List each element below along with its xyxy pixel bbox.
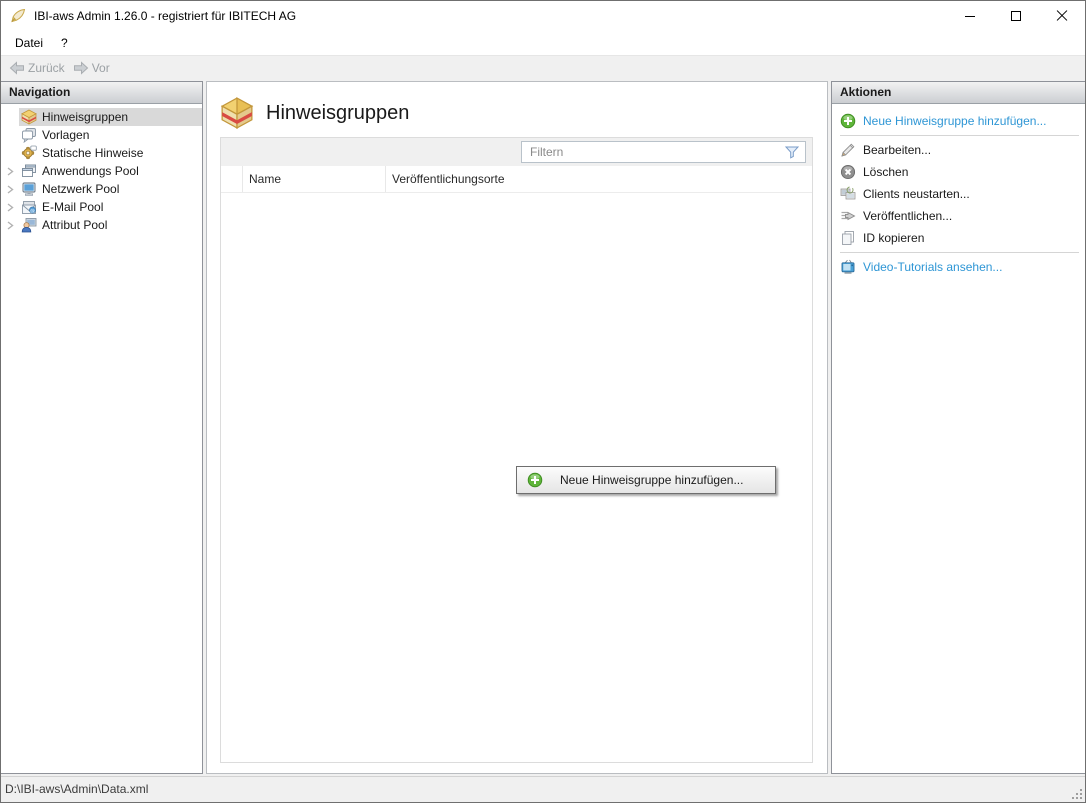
forward-arrow-icon <box>73 60 89 76</box>
nav-label: Anwendungs Pool <box>42 164 139 178</box>
forward-label: Vor <box>92 61 110 75</box>
column-header-select <box>221 166 243 192</box>
spacer <box>1 126 19 144</box>
actions-panel: Aktionen Neue Hinweisgruppe hinzufügen..… <box>831 81 1086 774</box>
restart-clients-icon <box>840 186 856 202</box>
column-header-veroeffentlichungsorte[interactable]: Veröffentlichungsorte <box>386 166 812 192</box>
pencil-icon <box>840 142 856 158</box>
separator <box>840 252 1079 253</box>
resize-grip-icon[interactable] <box>1071 788 1083 800</box>
navigation-header: Navigation <box>1 82 202 104</box>
nav-label: Hinweisgruppen <box>42 110 128 124</box>
svg-text:@: @ <box>30 208 35 214</box>
minimize-button[interactable] <box>947 1 993 31</box>
status-bar: D:\IBI-aws\Admin\Data.xml <box>1 776 1085 802</box>
nav-label: E-Mail Pool <box>42 200 103 214</box>
back-button[interactable]: Zurück <box>5 56 69 79</box>
notice-groups-large-icon <box>220 96 254 130</box>
filter-band <box>221 138 812 166</box>
nav-item-attribut-pool[interactable]: Attribut Pool <box>1 216 202 234</box>
static-notices-icon <box>21 145 37 161</box>
data-file-path: D:\IBI-aws\Admin\Data.xml <box>5 777 148 802</box>
attribute-pool-icon <box>21 217 37 233</box>
menu-help[interactable]: ? <box>52 31 77 55</box>
nav-item-anwendungs-pool[interactable]: Anwendungs Pool <box>1 162 202 180</box>
action-label: Veröffentlichen... <box>863 209 952 223</box>
action-add-notice-group[interactable]: Neue Hinweisgruppe hinzufügen... <box>840 110 1081 132</box>
main-header: Hinweisgruppen <box>220 96 409 130</box>
close-icon <box>1056 10 1068 22</box>
action-label: Clients neustarten... <box>863 187 970 201</box>
filter-funnel-icon[interactable] <box>784 144 800 160</box>
email-pool-icon: @ <box>21 199 37 215</box>
filter-box <box>521 141 806 163</box>
nav-label: Vorlagen <box>42 128 89 142</box>
nav-item-statische-hinweise[interactable]: Statische Hinweise <box>1 144 202 162</box>
action-id-kopieren[interactable]: ID kopieren <box>840 227 1081 249</box>
navigation-panel: Navigation Hinweisgruppen <box>1 81 203 774</box>
add-icon <box>840 113 856 129</box>
notice-groups-icon <box>21 109 37 125</box>
table-header-row: Name Veröffentlichungsorte <box>221 166 812 193</box>
nav-item-vorlagen[interactable]: Vorlagen <box>1 126 202 144</box>
network-pool-icon <box>21 181 37 197</box>
main-panel: Hinweisgruppen Name Veröffentlichungsort… <box>206 81 828 774</box>
action-label: Video-Tutorials ansehen... <box>863 260 1002 274</box>
maximize-icon <box>1011 11 1021 21</box>
separator <box>840 135 1079 136</box>
nav-label: Statische Hinweise <box>42 146 143 160</box>
expand-chevron-icon[interactable] <box>1 162 19 180</box>
action-veroeffentlichen[interactable]: Veröffentlichen... <box>840 205 1081 227</box>
action-loeschen[interactable]: Löschen <box>840 161 1081 183</box>
action-label: Bearbeiten... <box>863 143 931 157</box>
action-label: Neue Hinweisgruppe hinzufügen... <box>863 114 1046 128</box>
action-list: Neue Hinweisgruppe hinzufügen... Bearbei… <box>832 104 1085 278</box>
app-window: IBI-aws Admin 1.26.0 - registriert für I… <box>0 0 1086 803</box>
add-icon <box>527 472 543 488</box>
publish-icon <box>840 208 856 224</box>
action-video-tutorials[interactable]: Video-Tutorials ansehen... <box>840 256 1081 278</box>
action-label: Löschen <box>863 165 908 179</box>
back-label: Zurück <box>28 61 65 75</box>
title-bar: IBI-aws Admin 1.26.0 - registriert für I… <box>1 1 1085 31</box>
templates-icon <box>21 127 37 143</box>
add-notice-group-button[interactable]: Neue Hinweisgruppe hinzufügen... <box>516 466 776 494</box>
delete-icon <box>840 164 856 180</box>
expand-chevron-icon[interactable] <box>1 216 19 234</box>
column-header-name[interactable]: Name <box>243 166 386 192</box>
filter-input[interactable] <box>522 142 784 162</box>
nav-item-email-pool[interactable]: @ E-Mail Pool <box>1 198 202 216</box>
nav-label: Netzwerk Pool <box>42 182 119 196</box>
app-quill-icon <box>10 8 26 24</box>
expand-chevron-icon[interactable] <box>1 180 19 198</box>
action-clients-neustarten[interactable]: Clients neustarten... <box>840 183 1081 205</box>
page-title: Hinweisgruppen <box>266 102 409 125</box>
spacer <box>1 144 19 162</box>
menu-bar: Datei ? <box>1 31 1085 55</box>
nav-item-netzwerk-pool[interactable]: Netzwerk Pool <box>1 180 202 198</box>
close-button[interactable] <box>1039 1 1085 31</box>
application-pool-icon <box>21 163 37 179</box>
window-title: IBI-aws Admin 1.26.0 - registriert für I… <box>34 9 296 23</box>
spacer <box>1 108 19 126</box>
add-notice-group-button-label: Neue Hinweisgruppe hinzufügen... <box>560 473 743 487</box>
actions-header: Aktionen <box>832 82 1085 104</box>
copy-id-icon <box>840 230 856 246</box>
nav-item-hinweisgruppen[interactable]: Hinweisgruppen <box>1 108 202 126</box>
notice-groups-list: Name Veröffentlichungsorte <box>220 137 813 763</box>
action-label: ID kopieren <box>863 231 924 245</box>
toolbar: Zurück Vor <box>1 55 1085 79</box>
video-tutorials-icon <box>840 259 856 275</box>
action-bearbeiten[interactable]: Bearbeiten... <box>840 139 1081 161</box>
menu-datei[interactable]: Datei <box>6 31 52 55</box>
navigation-tree: Hinweisgruppen Vorlagen <box>1 104 202 234</box>
back-arrow-icon <box>9 60 25 76</box>
nav-label: Attribut Pool <box>42 218 107 232</box>
forward-button[interactable]: Vor <box>69 56 114 79</box>
maximize-button[interactable] <box>993 1 1039 31</box>
minimize-icon <box>965 16 975 17</box>
expand-chevron-icon[interactable] <box>1 198 19 216</box>
